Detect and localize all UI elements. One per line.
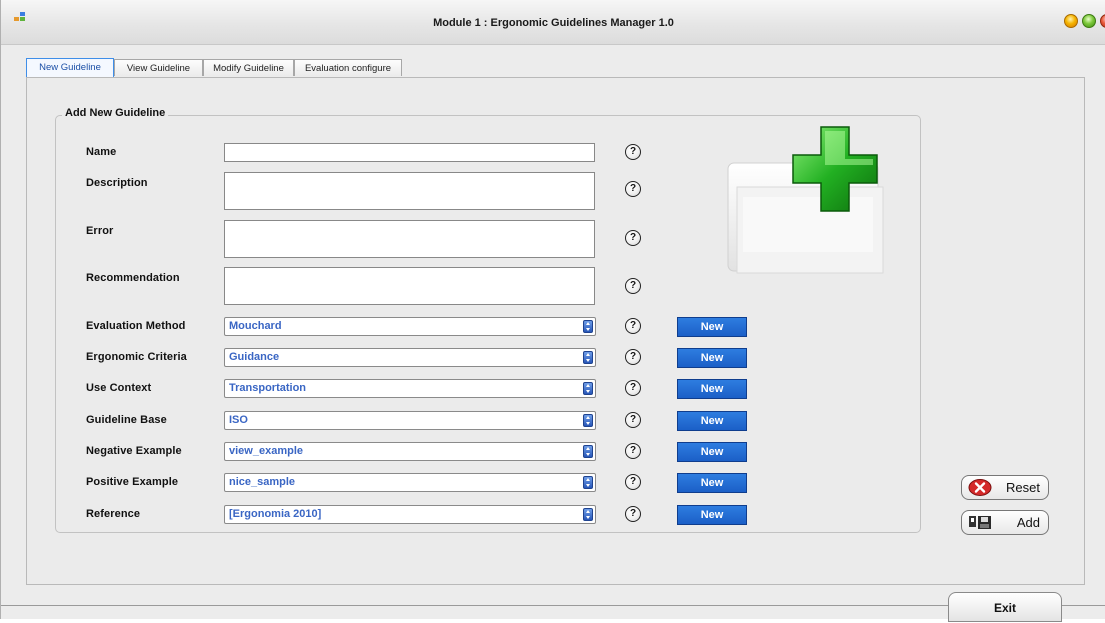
ergonomic-criteria-label: Ergonomic Criteria xyxy=(86,351,187,363)
guideline-base-select[interactable]: ISO xyxy=(224,411,596,430)
tab-view-guideline[interactable]: View Guideline xyxy=(114,59,203,76)
title-bar: Module 1 : Ergonomic Guidelines Manager … xyxy=(1,0,1105,45)
new-ergonomic-criteria-button[interactable]: New xyxy=(677,348,747,368)
tab-new-guideline[interactable]: New Guideline xyxy=(26,58,114,77)
dropdown-arrow-icon[interactable] xyxy=(583,382,593,395)
reset-label: Reset xyxy=(1006,480,1040,495)
description-help-icon[interactable]: ? xyxy=(625,181,641,197)
add-label: Add xyxy=(1016,515,1040,530)
dropdown-arrow-icon[interactable] xyxy=(583,414,593,427)
positive-example-label: Positive Example xyxy=(86,476,179,488)
name-input[interactable] xyxy=(224,143,595,162)
guideline-base-value: ISO xyxy=(229,414,248,426)
positive-example-help-icon[interactable]: ? xyxy=(625,474,641,490)
window-title: Module 1 : Ergonomic Guidelines Manager … xyxy=(433,17,674,29)
new-positive-example-button[interactable]: New xyxy=(677,473,747,493)
use-context-select[interactable]: Transportation xyxy=(224,379,596,398)
new-reference-button[interactable]: New xyxy=(677,505,747,525)
recommendation-help-icon[interactable]: ? xyxy=(625,278,641,294)
exit-button[interactable]: Exit xyxy=(948,592,1062,622)
ergonomic-criteria-value: Guidance xyxy=(229,351,280,363)
ergonomic-criteria-select[interactable]: Guidance xyxy=(224,348,596,367)
evaluation-method-value: Mouchard xyxy=(229,320,282,332)
cancel-x-icon xyxy=(968,479,992,496)
bottom-divider xyxy=(1,605,1105,606)
use-context-help-icon[interactable]: ? xyxy=(625,380,641,396)
negative-example-select[interactable]: view_example xyxy=(224,442,596,461)
add-document-icon xyxy=(727,126,884,274)
minimize-button[interactable] xyxy=(1064,14,1078,28)
dropdown-arrow-icon[interactable] xyxy=(583,476,593,489)
description-label: Description xyxy=(86,177,148,189)
negative-example-label: Negative Example xyxy=(86,445,182,457)
use-context-value: Transportation xyxy=(229,382,307,394)
dropdown-arrow-icon[interactable] xyxy=(583,508,593,521)
reset-button[interactable]: Reset xyxy=(961,475,1049,500)
evaluation-method-select[interactable]: Mouchard xyxy=(224,317,596,336)
evaluation-method-help-icon[interactable]: ? xyxy=(625,318,641,334)
app-window: Module 1 : Ergonomic Guidelines Manager … xyxy=(0,0,1105,622)
recommendation-input[interactable] xyxy=(224,267,595,305)
guideline-base-help-icon[interactable]: ? xyxy=(625,412,641,428)
dropdown-arrow-icon[interactable] xyxy=(583,320,593,333)
new-guideline-base-button[interactable]: New xyxy=(677,411,747,431)
error-help-icon[interactable]: ? xyxy=(625,230,641,246)
negative-example-help-icon[interactable]: ? xyxy=(625,443,641,459)
reference-value: [Ergonomia 2010] xyxy=(229,508,322,520)
negative-example-value: view_example xyxy=(229,445,303,457)
description-input[interactable] xyxy=(224,172,595,210)
add-button[interactable]: Add xyxy=(961,510,1049,535)
evaluation-method-label: Evaluation Method xyxy=(86,320,186,332)
maximize-button[interactable] xyxy=(1082,14,1096,28)
name-label: Name xyxy=(86,146,117,158)
dropdown-arrow-icon[interactable] xyxy=(583,445,593,458)
error-input[interactable] xyxy=(224,220,595,258)
positive-example-select[interactable]: nice_sample xyxy=(224,473,596,492)
name-help-icon[interactable]: ? xyxy=(625,144,641,160)
tab-evaluation-configure[interactable]: Evaluation configure xyxy=(294,59,402,76)
new-negative-example-button[interactable]: New xyxy=(677,442,747,462)
reference-select[interactable]: [Ergonomia 2010] xyxy=(224,505,596,524)
error-label: Error xyxy=(86,225,114,237)
new-use-context-button[interactable]: New xyxy=(677,379,747,399)
new-evaluation-method-button[interactable]: New xyxy=(677,317,747,337)
reference-label: Reference xyxy=(86,508,141,520)
positive-example-value: nice_sample xyxy=(229,476,296,488)
recommendation-label: Recommendation xyxy=(86,272,180,284)
guideline-base-label: Guideline Base xyxy=(86,414,167,426)
group-title: Add New Guideline xyxy=(62,107,169,119)
save-icon xyxy=(969,516,991,529)
tab-modify-guideline[interactable]: Modify Guideline xyxy=(203,59,294,76)
dropdown-arrow-icon[interactable] xyxy=(583,351,593,364)
reference-help-icon[interactable]: ? xyxy=(625,506,641,522)
ergonomic-criteria-help-icon[interactable]: ? xyxy=(625,349,641,365)
use-context-label: Use Context xyxy=(86,382,152,394)
